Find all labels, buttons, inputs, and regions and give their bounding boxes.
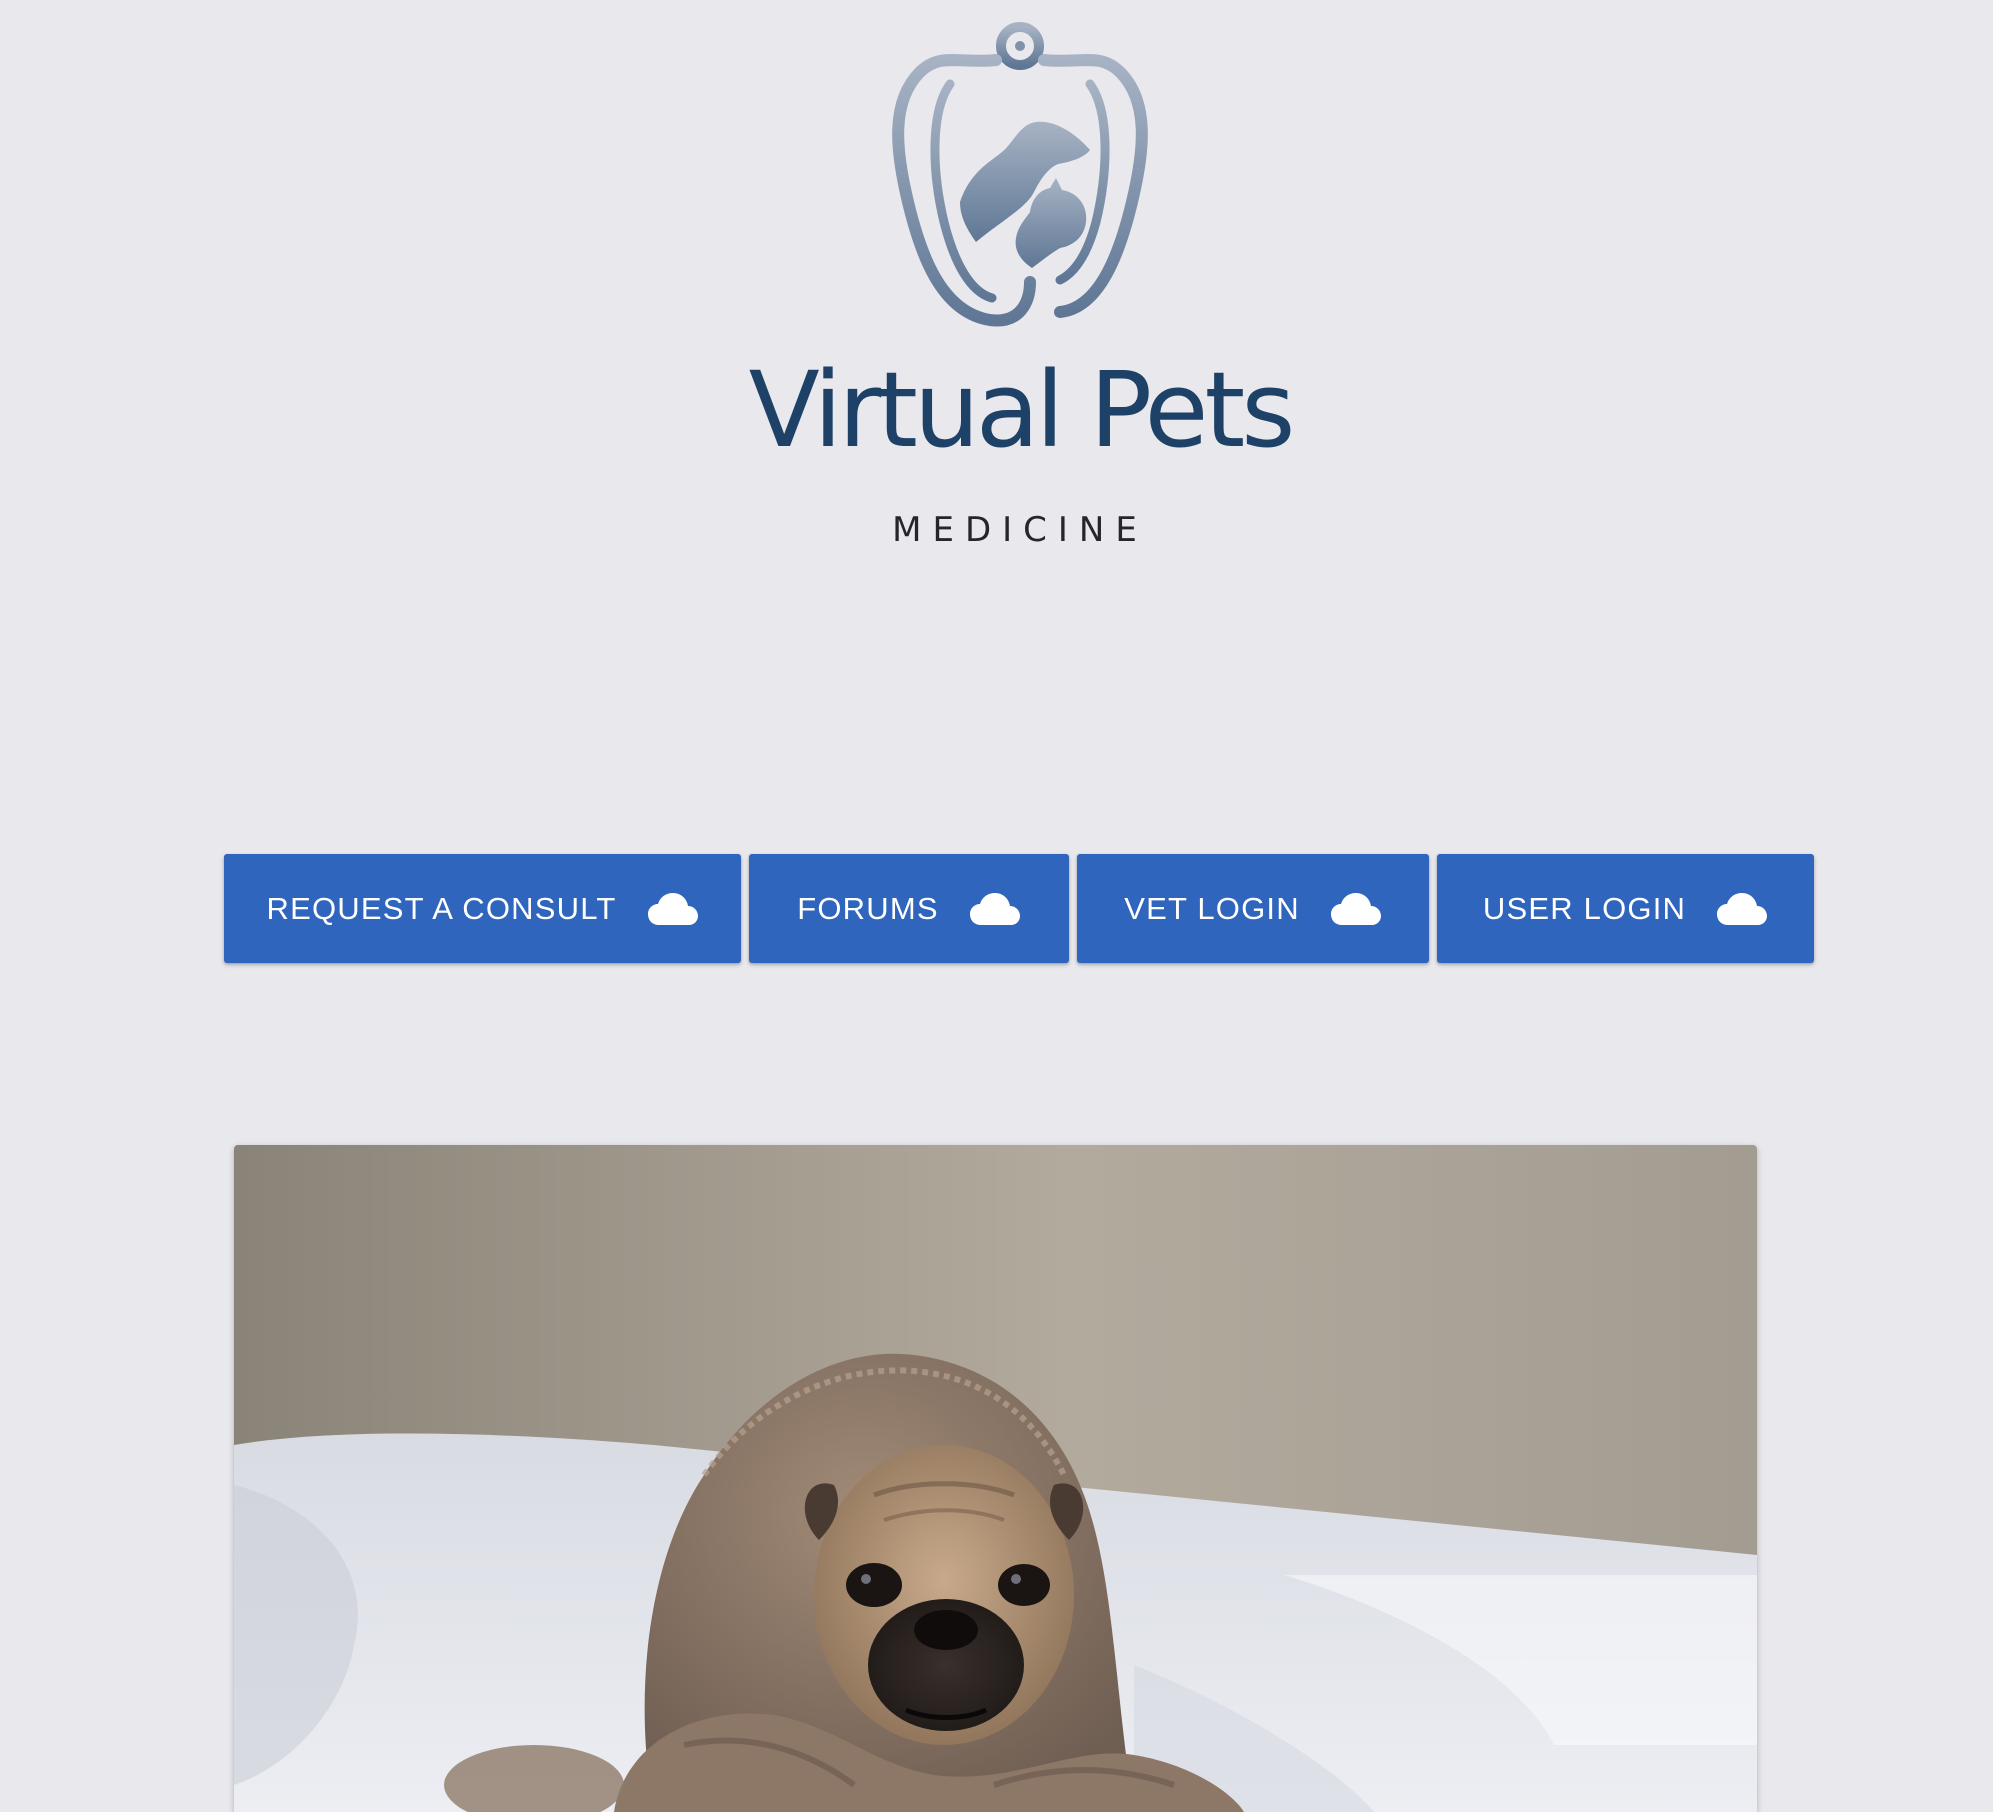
request-consult-button[interactable]: REQUEST A CONSULT xyxy=(224,854,741,963)
user-login-button[interactable]: USER LOGIN xyxy=(1437,854,1814,963)
stethoscope-pets-logo-icon xyxy=(892,22,1148,327)
landing-page: Virtual Pets MEDICINE REQUEST A CONSULT … xyxy=(0,0,1993,1812)
cloud-icon xyxy=(1717,892,1768,925)
main-nav: REQUEST A CONSULT FORUMS VET LOGIN USER … xyxy=(224,854,1814,963)
user-login-label: USER LOGIN xyxy=(1482,890,1687,926)
forums-label: FORUMS xyxy=(797,890,939,926)
pug-in-blanket-photo xyxy=(234,1145,1757,1812)
cloud-icon xyxy=(1330,892,1381,925)
vet-login-label: VET LOGIN xyxy=(1124,890,1300,926)
hero-image xyxy=(234,1145,1757,1812)
cloud-icon xyxy=(647,892,698,925)
site-logo[interactable]: Virtual Pets MEDICINE xyxy=(740,12,1300,552)
forums-button[interactable]: FORUMS xyxy=(749,854,1069,963)
request-consult-label: REQUEST A CONSULT xyxy=(266,890,617,926)
vet-login-button[interactable]: VET LOGIN xyxy=(1077,854,1429,963)
cloud-icon xyxy=(969,892,1020,925)
site-title: Virtual Pets xyxy=(748,349,1296,471)
site-subtitle: MEDICINE xyxy=(892,510,1148,550)
